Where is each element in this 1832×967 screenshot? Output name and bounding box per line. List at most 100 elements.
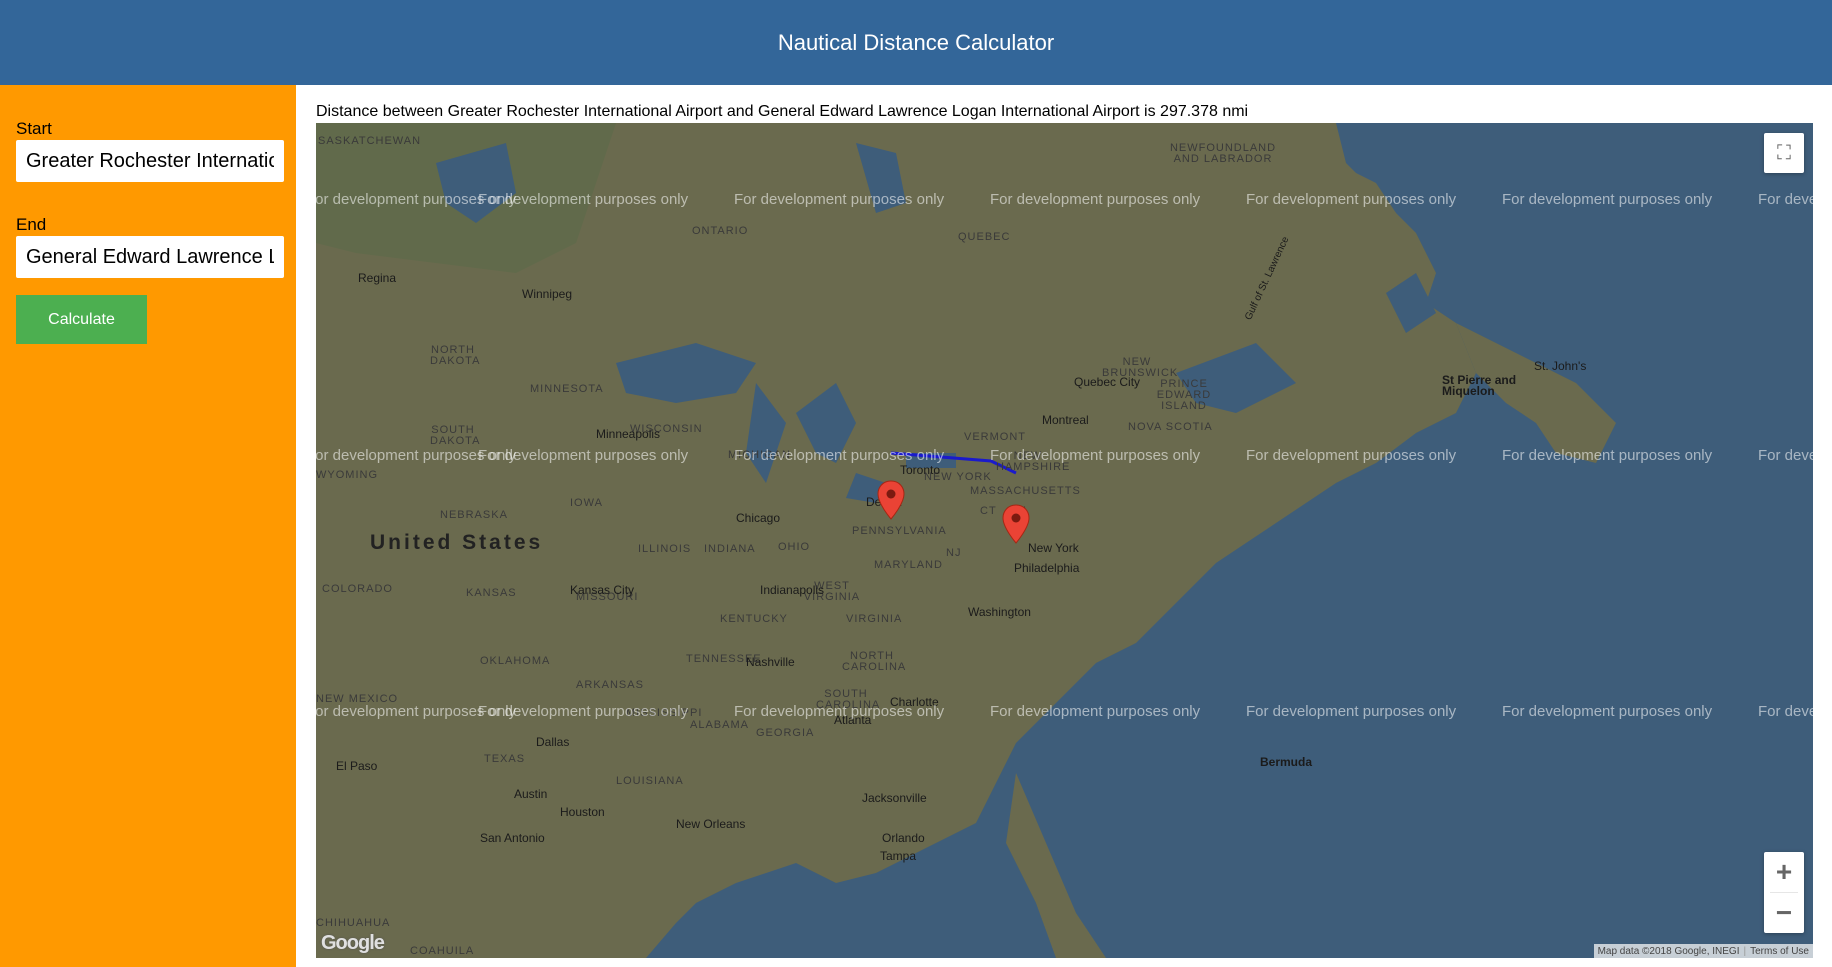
end-marker-icon[interactable] [1002, 504, 1030, 544]
city-label: Austin [514, 787, 548, 801]
region-label: NOVA SCOTIA [1128, 421, 1213, 433]
watermark: For development purposes only [1758, 191, 1813, 208]
region-label: ONTARIO [692, 225, 749, 237]
city-label: Montreal [1042, 413, 1089, 427]
city-label: Toronto [900, 463, 941, 477]
attribution-text: Map data ©2018 Google, INEGI [1597, 945, 1740, 957]
city-label: Orlando [882, 831, 925, 845]
city-label: Winnipeg [522, 287, 573, 301]
city-label: Houston [560, 805, 605, 819]
region-label: OHIO [778, 541, 811, 553]
region-label: CHIHUAHUA [316, 917, 391, 929]
city-label: Quebec City [1074, 375, 1141, 389]
watermark: For development purposes only [1502, 191, 1713, 208]
page-title: Nautical Distance Calculator [777, 29, 1055, 55]
region-label: NEBRASKA [440, 509, 508, 521]
region-label: TEXAS [484, 753, 526, 765]
sidebar: Start End Calculate [0, 85, 296, 967]
watermark: For development purposes only [1246, 191, 1457, 208]
region-label: NJ [946, 547, 962, 559]
city-label: Indianapolis [760, 583, 825, 597]
city-label: Chicago [736, 511, 781, 525]
zoom-in-button[interactable]: + [1764, 852, 1804, 892]
watermark: For development purposes only [734, 447, 945, 464]
start-marker-icon[interactable] [877, 480, 905, 520]
city-label: St Pierre and Miquelon [1442, 373, 1517, 398]
region-label: ALABAMA [690, 719, 749, 731]
fullscreen-button[interactable]: ⛶ [1764, 133, 1804, 173]
region-label: NORTH CAROLINA [842, 650, 907, 673]
city-label: Tampa [880, 849, 917, 863]
region-label: INDIANA [704, 543, 756, 555]
end-input[interactable] [16, 236, 284, 278]
attribution-divider: | [1743, 945, 1747, 957]
watermark: For development purposes only [478, 703, 689, 720]
watermark: For development purposes only [1502, 703, 1713, 720]
city-label: San Antonio [480, 831, 545, 845]
watermark: For development purposes only [734, 191, 945, 208]
region-label: COLORADO [322, 583, 393, 595]
region-label: VIRGINIA [846, 613, 903, 625]
watermark: For development purposes only [478, 447, 689, 464]
distance-result: Distance between Greater Rochester Inter… [316, 103, 1249, 120]
city-label: Washington [968, 605, 1031, 619]
city-label: Philadelphia [1014, 561, 1080, 575]
region-label: MINNESOTA [530, 383, 604, 395]
region-label: LOUISIANA [616, 775, 684, 787]
region-label: COAHUILA [410, 945, 475, 957]
city-label: Minneapolis [596, 427, 661, 441]
watermark: For development purposes only [1758, 447, 1813, 464]
watermark: For development purposes only [1758, 703, 1813, 720]
region-label: KANSAS [466, 587, 517, 599]
map-attribution: Map data ©2018 Google, INEGI | Terms of … [1593, 944, 1813, 958]
calculate-button[interactable]: Calculate [16, 295, 147, 344]
city-label: New York [1028, 541, 1079, 555]
region-label: ILLINOIS [638, 543, 692, 555]
city-label: Dallas [536, 735, 570, 749]
region-label: GEORGIA [756, 727, 815, 739]
country-label: United States [370, 531, 544, 554]
city-label: New Orleans [676, 817, 746, 831]
region-label: NEWFOUNDLAND AND LABRADOR [1169, 142, 1277, 165]
fullscreen-icon: ⛶ [1777, 141, 1791, 164]
region-label: PENNSYLVANIA [852, 525, 947, 537]
start-label: Start [16, 119, 52, 138]
region-label: CT [980, 505, 997, 517]
app-header: Nautical Distance Calculator [0, 0, 1832, 85]
watermark: For development purposes only [1502, 447, 1713, 464]
city-label: Jacksonville [862, 791, 927, 805]
region-label: SOUTH DAKOTA [430, 424, 481, 447]
region-label: SASKATCHEWAN [318, 135, 422, 147]
watermark: For development purposes only [1246, 447, 1457, 464]
city-label: Kansas City [570, 583, 635, 597]
region-label: WYOMING [316, 469, 378, 481]
start-input[interactable] [16, 140, 284, 182]
region-label: NORTH DAKOTA [430, 344, 481, 367]
google-logo[interactable]: Google [321, 932, 385, 955]
region-label: ARKANSAS [576, 679, 644, 691]
zoom-control: + − [1764, 852, 1804, 933]
region-label: MASSACHUSETTS [970, 485, 1081, 497]
city-label: El Paso [336, 759, 378, 773]
city-label: St. John's [1534, 359, 1587, 373]
region-label: VERMONT [964, 431, 1026, 443]
watermark: For development purposes only [734, 703, 945, 720]
watermark: For development purposes only [990, 703, 1201, 720]
end-label: End [16, 215, 47, 234]
watermark: For development purposes only [1246, 703, 1457, 720]
terms-link[interactable]: Terms of Use [1750, 946, 1809, 957]
map-view[interactable]: SASKATCHEWAN ONTARIO QUEBEC NEWFOUNDLAND… [316, 123, 1813, 958]
region-label: IOWA [570, 497, 603, 509]
zoom-out-button[interactable]: − [1764, 893, 1804, 933]
city-label: Regina [358, 271, 397, 285]
watermark: For development purposes only [478, 191, 689, 208]
region-label: OKLAHOMA [480, 655, 551, 667]
city-label: Nashville [746, 655, 795, 669]
watermark: For development purposes only [990, 447, 1201, 464]
region-label: KENTUCKY [720, 613, 788, 625]
region-label: PRINCE EDWARD ISLAND [1156, 378, 1212, 412]
city-label: Bermuda [1260, 755, 1313, 769]
region-label: MARYLAND [874, 559, 943, 571]
region-label: QUEBEC [958, 231, 1011, 243]
watermark: For development purposes only [990, 191, 1201, 208]
